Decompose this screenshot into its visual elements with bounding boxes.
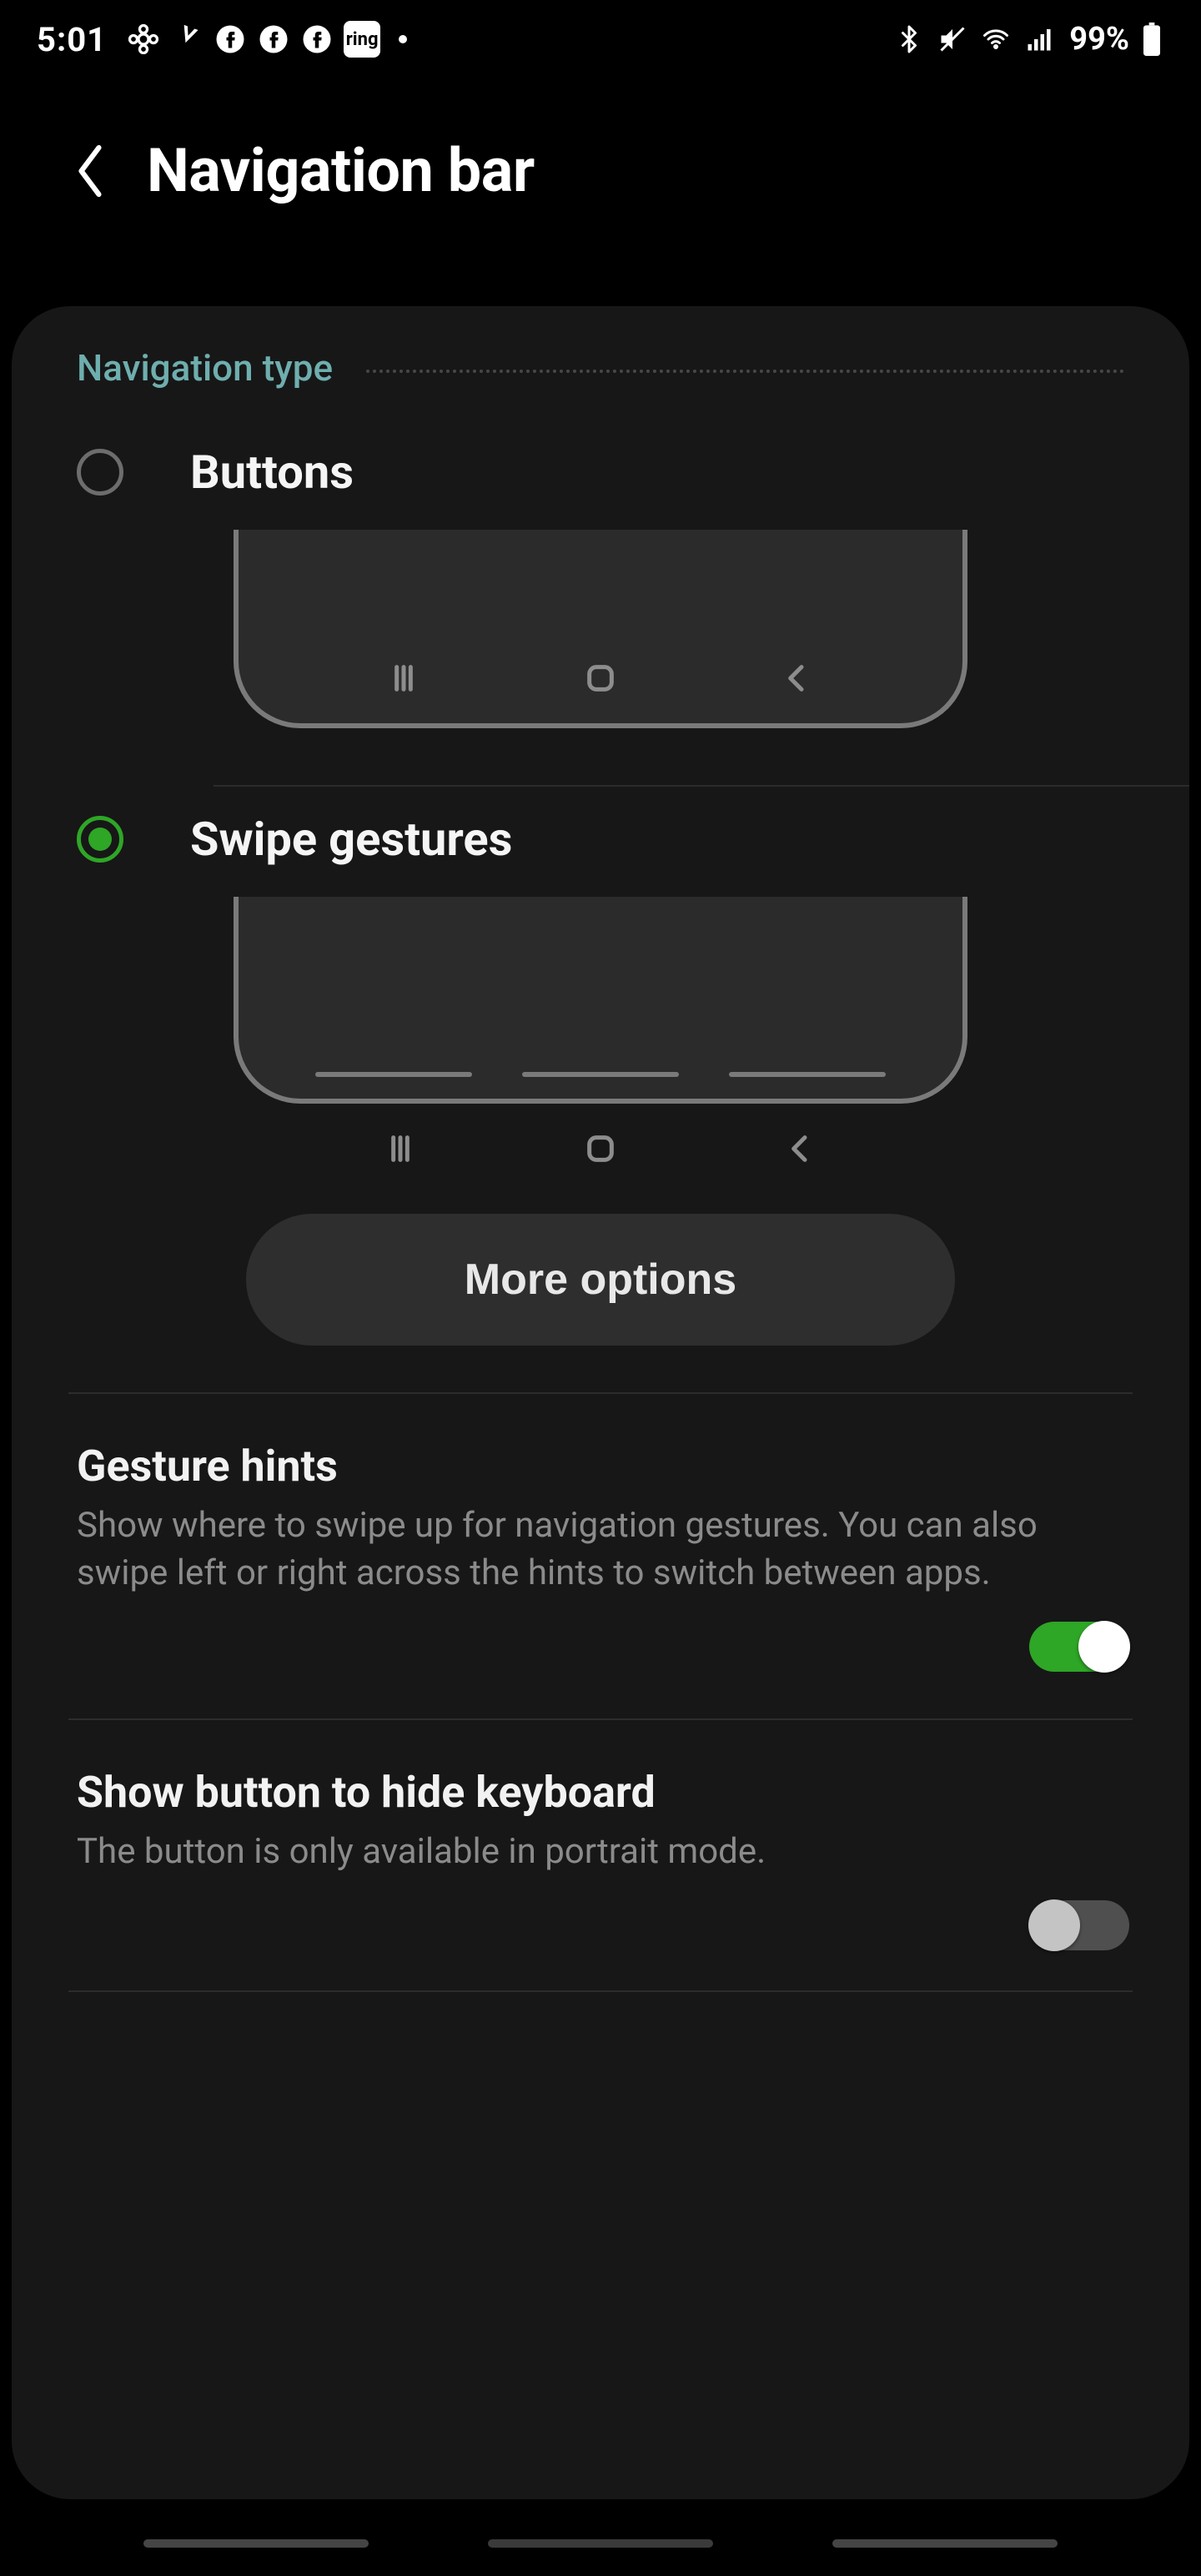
chevron-left-icon xyxy=(72,142,108,200)
battery-percentage: 99% xyxy=(1069,21,1129,58)
facebook-icon-1 xyxy=(214,23,247,56)
back-nav-icon xyxy=(784,1132,817,1165)
ring-app-icon: ring xyxy=(344,21,380,58)
status-right: 99% xyxy=(892,21,1164,58)
switch-show-keyboard-button[interactable] xyxy=(1029,1900,1129,1950)
setting-gesture-hints-desc: Show where to swipe up for navigation ge… xyxy=(77,1502,1124,1597)
device-recents-hint[interactable] xyxy=(143,2539,369,2548)
preview-gestures-nav-labels xyxy=(234,1132,967,1165)
recents-icon xyxy=(384,1132,417,1165)
more-notifications-dot-icon xyxy=(399,35,407,43)
battery-icon xyxy=(1139,23,1164,56)
setting-show-keyboard-button-title: Show button to hide keyboard xyxy=(77,1767,1124,1818)
home-icon xyxy=(584,662,617,695)
setting-show-keyboard-button[interactable]: Show button to hide keyboard The button … xyxy=(12,1720,1189,1875)
yale-app-icon xyxy=(127,23,160,56)
setting-gesture-hints-title: Gesture hints xyxy=(77,1441,1124,1492)
divider xyxy=(68,1990,1133,1992)
section-header-navigation-type: Navigation type xyxy=(12,346,1189,420)
signal-icon xyxy=(1023,23,1056,56)
preview-buttons-nav xyxy=(239,662,962,723)
mute-icon xyxy=(936,23,969,56)
facebook-icon-3 xyxy=(300,23,334,56)
status-left: 5:01 ring xyxy=(37,20,407,59)
device-gesture-nav-bar[interactable] xyxy=(0,2524,1201,2576)
option-buttons-label: Buttons xyxy=(190,445,354,500)
preview-buttons xyxy=(234,530,967,728)
setting-gesture-hints[interactable]: Gesture hints Show where to swipe up for… xyxy=(12,1394,1189,1597)
wifi-icon xyxy=(979,23,1013,56)
option-swipe-gestures-label: Swipe gestures xyxy=(190,812,512,867)
status-clock: 5:01 xyxy=(37,20,107,59)
settings-panel: Navigation type Buttons Swipe gestures xyxy=(12,306,1189,2499)
back-button[interactable] xyxy=(67,148,113,194)
app-header: Navigation bar xyxy=(0,78,1201,306)
recents-icon xyxy=(387,662,420,695)
option-swipe-gestures[interactable]: Swipe gestures More options xyxy=(12,787,1189,1346)
radio-swipe-gestures[interactable] xyxy=(77,816,123,863)
preview-gestures xyxy=(234,897,967,1104)
radio-buttons[interactable] xyxy=(77,449,123,496)
switch-gesture-hints[interactable] xyxy=(1029,1622,1129,1672)
status-bar: 5:01 ring 99% xyxy=(0,0,1201,78)
option-buttons[interactable]: Buttons xyxy=(12,420,1189,728)
facebook-icon-2 xyxy=(257,23,290,56)
device-back-hint[interactable] xyxy=(832,2539,1058,2548)
more-options-button[interactable]: More options xyxy=(246,1214,955,1346)
section-title: Navigation type xyxy=(77,346,333,390)
bluetooth-icon xyxy=(892,23,926,56)
back-nav-icon xyxy=(781,662,814,695)
page-title: Navigation bar xyxy=(147,135,535,206)
section-divider-dotted xyxy=(366,370,1124,373)
preview-gesture-hints xyxy=(239,1072,962,1099)
setting-show-keyboard-button-desc: The button is only available in portrait… xyxy=(77,1828,1124,1875)
device-home-hint[interactable] xyxy=(488,2539,713,2548)
home-icon xyxy=(584,1132,617,1165)
messaging-icon xyxy=(170,23,204,56)
